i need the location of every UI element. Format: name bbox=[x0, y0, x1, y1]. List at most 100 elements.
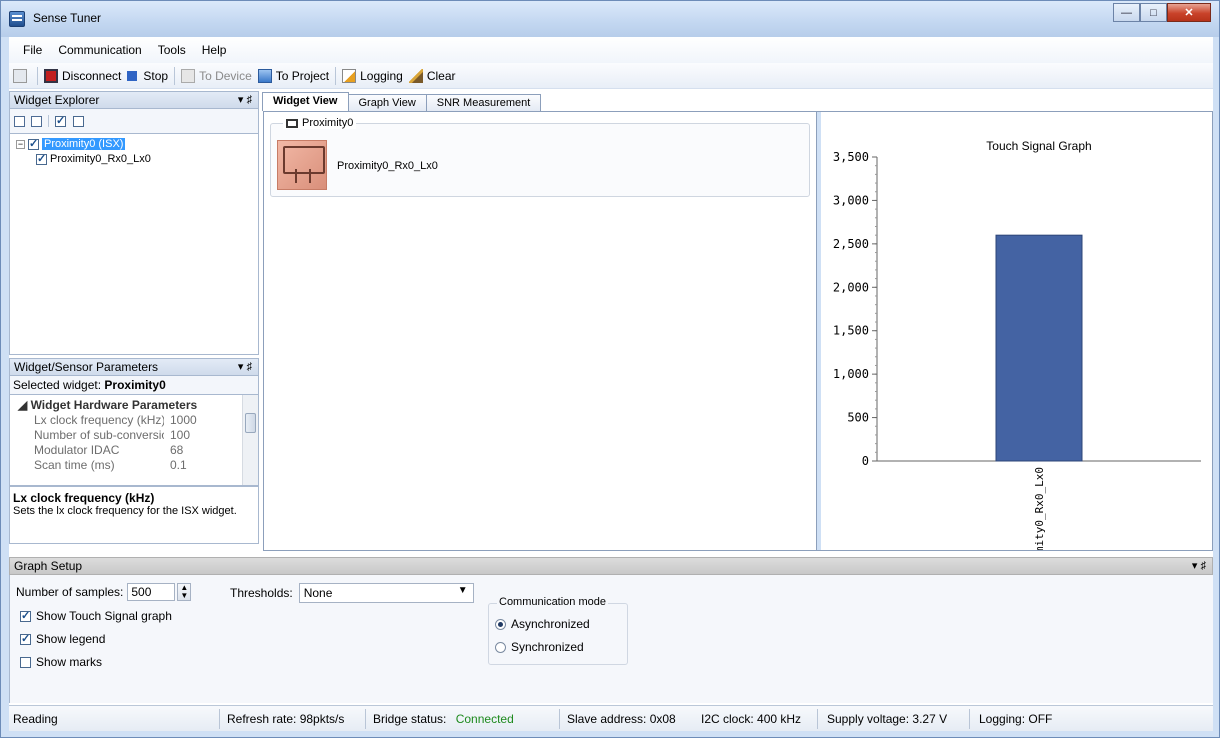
status-logging: Logging: OFF bbox=[979, 712, 1053, 726]
status-i2c-clock: I2C clock: 400 kHz bbox=[701, 712, 802, 726]
group-title-label: Proximity0 bbox=[302, 117, 354, 129]
y-tick-label: 0 bbox=[862, 454, 869, 468]
show-marks-label: Show marks bbox=[36, 655, 103, 669]
connect-icon bbox=[13, 68, 27, 83]
disconnect-icon bbox=[44, 68, 58, 83]
clear-button[interactable]: Clear bbox=[408, 68, 456, 83]
tab-graph-view[interactable]: Graph View bbox=[347, 94, 427, 111]
broom-icon bbox=[408, 68, 423, 83]
check-all-icon[interactable] bbox=[55, 114, 66, 127]
group-title: Proximity0 bbox=[283, 117, 357, 129]
proximity-sensor-image[interactable] bbox=[277, 140, 327, 190]
sensor-label: Proximity0_Rx0_Lx0 bbox=[337, 160, 438, 172]
connect-button[interactable] bbox=[13, 68, 31, 83]
menu-bar: File Communication Tools Help bbox=[9, 37, 1213, 63]
selected-widget-value: Proximity0 bbox=[104, 378, 166, 392]
bridge-status-label: Bridge status: bbox=[373, 712, 447, 726]
disconnect-button[interactable]: Disconnect bbox=[44, 68, 122, 83]
samples-spinner[interactable]: ▲ ▼ bbox=[177, 583, 192, 601]
grid-value[interactable]: 100 bbox=[164, 428, 190, 443]
show-legend-option[interactable]: Show legend bbox=[20, 632, 105, 646]
grid-category[interactable]: ◢ Widget Hardware Parameters bbox=[10, 398, 244, 413]
bridge-status-value: Connected bbox=[455, 712, 514, 726]
title-bar: Sense Tuner — □ ✕ bbox=[1, 1, 1219, 37]
to-device-icon bbox=[181, 68, 196, 83]
property-description: Lx clock frequency (kHz) Sets the lx clo… bbox=[9, 486, 259, 544]
y-tick-label: 3,500 bbox=[833, 150, 869, 164]
grid-row[interactable]: Number of sub-conversions 100 bbox=[10, 428, 244, 443]
samples-label: Number of samples: bbox=[16, 585, 124, 599]
sync-radio[interactable] bbox=[495, 641, 506, 653]
close-button[interactable]: ✕ bbox=[1167, 3, 1211, 22]
status-slave-address: Slave address: 0x08 bbox=[567, 712, 676, 726]
pin-icon[interactable]: ▾ ♯ bbox=[238, 359, 252, 375]
thresholds-label: Thresholds: bbox=[230, 586, 293, 600]
collapse-icon[interactable]: − bbox=[16, 139, 25, 149]
chart-svg: Touch Signal Graph 0 500 1,000 1,500 2,000 2,5… bbox=[833, 139, 1201, 550]
grid-row[interactable]: Modulator IDAC 68 bbox=[10, 443, 244, 458]
y-tick-label: 1,500 bbox=[833, 324, 869, 338]
y-tick-label: 2,500 bbox=[833, 237, 869, 251]
widget-tree: − Proximity0 (ISX) Proximity0_Rx0_Lx0 bbox=[9, 133, 259, 355]
grid-value[interactable]: 1000 bbox=[164, 413, 197, 428]
to-device-button[interactable]: To Device bbox=[181, 68, 252, 83]
menu-help[interactable]: Help bbox=[194, 43, 235, 57]
thresholds-select[interactable]: None ▼ bbox=[298, 583, 474, 603]
expand-all-icon[interactable] bbox=[31, 115, 42, 127]
tree-node-proximity0[interactable]: − Proximity0 (ISX) bbox=[16, 137, 126, 150]
tree-checkbox[interactable] bbox=[28, 137, 39, 150]
grid-value[interactable]: 0.1 bbox=[164, 458, 187, 473]
stop-button[interactable]: Stop bbox=[127, 69, 168, 83]
menu-communication[interactable]: Communication bbox=[50, 43, 149, 57]
tab-widget-view[interactable]: Widget View bbox=[262, 92, 349, 111]
grid-row[interactable]: Lx clock frequency (kHz) 1000 bbox=[10, 413, 244, 428]
tree-node-sensor[interactable]: Proximity0_Rx0_Lx0 bbox=[36, 152, 151, 165]
touch-signal-graph: Touch Signal Graph 0 500 1,000 1,500 2,000 2,5… bbox=[821, 112, 1212, 550]
to-project-icon bbox=[257, 68, 272, 83]
grid-row[interactable]: Scan time (ms) 0.1 bbox=[10, 458, 244, 473]
pin-icon[interactable]: ▾ ♯ bbox=[238, 92, 252, 108]
tab-snr-measurement[interactable]: SNR Measurement bbox=[425, 94, 542, 111]
tree-checkbox[interactable] bbox=[36, 152, 47, 165]
menu-file[interactable]: File bbox=[15, 43, 50, 57]
proximity-icon bbox=[286, 118, 298, 128]
menu-tools[interactable]: Tools bbox=[150, 43, 194, 57]
y-tick-label: 3,000 bbox=[833, 193, 869, 207]
widget-group: Proximity0 Proximity0_Rx0_Lx0 bbox=[270, 117, 810, 197]
widget-view-panel: Proximity0 Proximity0_Rx0_Lx0 bbox=[264, 112, 817, 550]
scroll-thumb[interactable] bbox=[245, 413, 256, 433]
async-option[interactable]: Asynchronized bbox=[495, 617, 590, 631]
graph-setup-panel: Number of samples: 500 ▲ ▼ Thresholds: No… bbox=[9, 575, 1213, 703]
show-marks-checkbox[interactable] bbox=[20, 656, 31, 668]
async-radio[interactable] bbox=[495, 618, 506, 630]
sync-label: Synchronized bbox=[511, 640, 584, 654]
show-legend-checkbox[interactable] bbox=[20, 632, 31, 645]
collapse-triangle-icon[interactable]: ◢ bbox=[18, 398, 27, 412]
pin-icon[interactable]: ▾ ♯ bbox=[1192, 558, 1206, 574]
uncheck-all-icon[interactable] bbox=[73, 115, 84, 127]
grid-key: Scan time (ms) bbox=[34, 458, 115, 472]
logging-button[interactable]: Logging bbox=[342, 68, 403, 83]
to-device-label: To Device bbox=[199, 68, 252, 83]
to-project-button[interactable]: To Project bbox=[257, 68, 329, 83]
logging-label: Logging bbox=[360, 68, 403, 83]
show-touch-checkbox[interactable] bbox=[20, 609, 31, 622]
params-title: Widget/Sensor Parameters bbox=[14, 360, 159, 374]
collapse-all-icon[interactable] bbox=[14, 115, 25, 127]
property-grid: ◢ Widget Hardware Parameters Lx clock fr… bbox=[9, 394, 259, 486]
show-touch-option[interactable]: Show Touch Signal graph bbox=[20, 609, 172, 623]
maximize-button[interactable]: □ bbox=[1140, 3, 1167, 22]
selected-widget: Selected widget: Proximity0 bbox=[9, 376, 259, 394]
disconnect-label: Disconnect bbox=[62, 68, 122, 83]
chevron-down-icon: ▼ bbox=[457, 585, 468, 596]
document-area: Proximity0 Proximity0_Rx0_Lx0 Touch Sign… bbox=[263, 111, 1213, 551]
status-refresh-rate: Refresh rate: 98pkts/s bbox=[227, 712, 345, 726]
sync-option[interactable]: Synchronized bbox=[495, 640, 584, 654]
minimize-button[interactable]: — bbox=[1113, 3, 1140, 22]
grid-scrollbar[interactable] bbox=[242, 395, 258, 485]
samples-input[interactable]: 500 bbox=[127, 583, 176, 601]
show-marks-option[interactable]: Show marks bbox=[20, 655, 102, 669]
samples-row: Number of samples: 500 ▲ ▼ bbox=[16, 583, 192, 601]
grid-value[interactable]: 68 bbox=[164, 443, 183, 458]
grid-key: Number of sub-conversions bbox=[34, 428, 164, 442]
